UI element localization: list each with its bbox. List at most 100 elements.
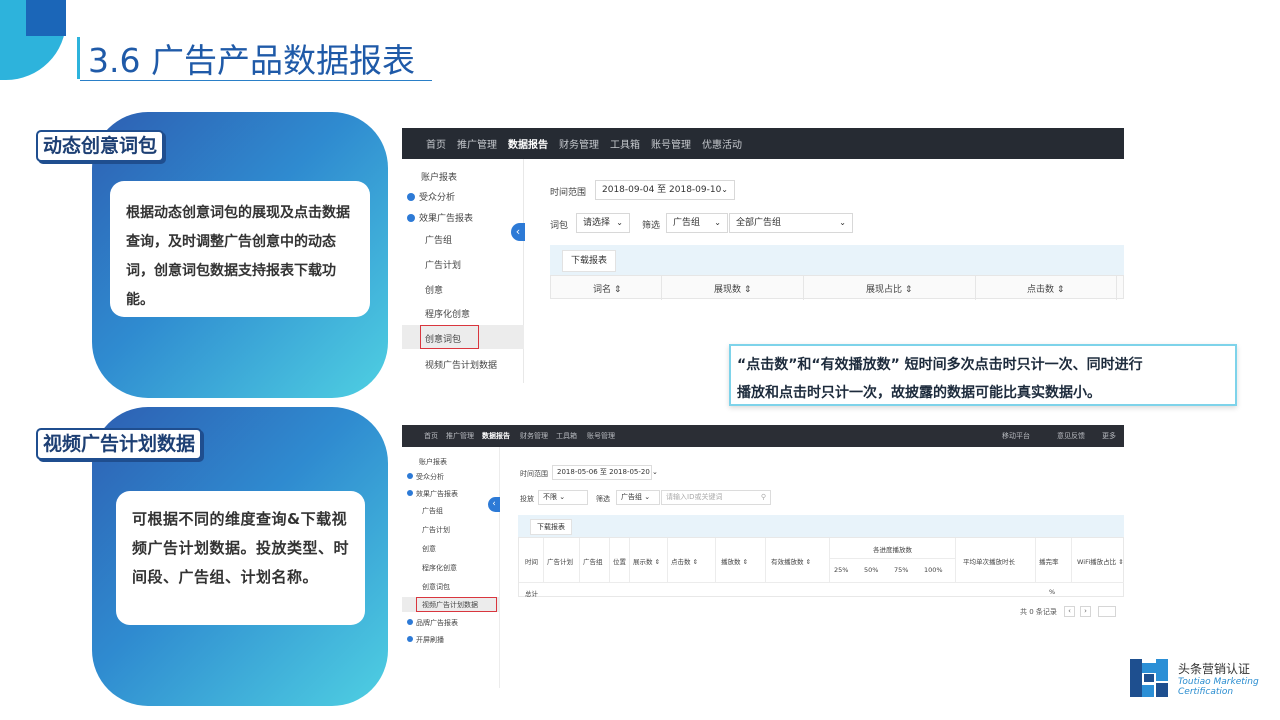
- filter-type-value: 广告组: [673, 218, 701, 228]
- column-header-time[interactable]: 时间: [525, 556, 538, 566]
- pack-select-value: 请选择: [583, 218, 611, 228]
- brand-name-en-line1: Toutiao Marketing: [1178, 677, 1259, 687]
- column-header-wifi-share[interactable]: WiFi播放占比 ⇕: [1077, 556, 1124, 566]
- nav-item-account[interactable]: 账号管理: [651, 136, 691, 151]
- sidebar-item-label: 效果广告报表: [416, 490, 458, 498]
- sidebar-item-label: 品牌广告报表: [416, 619, 458, 627]
- time-range-label: 时间范围: [550, 188, 587, 198]
- sidebar-item-brand-report[interactable]: 品牌广告报表: [407, 618, 458, 628]
- nav-item-data-report[interactable]: 数据报告: [508, 136, 548, 151]
- total-row-percent: %: [1049, 588, 1056, 596]
- sidebar-item-ad-group[interactable]: 广告组: [425, 233, 452, 246]
- sidebar-item-label: 受众分析: [419, 193, 456, 203]
- filter-label: 筛选: [642, 221, 661, 231]
- table-toolbar: [550, 245, 1124, 275]
- column-header-effective-plays[interactable]: 有效播放数 ⇕: [771, 556, 811, 566]
- screenshot-video-plan-report: 首页 推广管理 数据报告 财务管理 工具箱 账号管理 移动平台 意见反馈 更多 …: [402, 425, 1124, 688]
- nav-item-account[interactable]: 账号管理: [587, 431, 615, 441]
- column-header-clicks[interactable]: 点击数 ⇕: [1027, 282, 1064, 295]
- sidebar-item-programmatic-creative[interactable]: 程序化创意: [422, 563, 457, 573]
- sidebar-item-audience[interactable]: 受众分析: [407, 472, 444, 482]
- nav-item-home[interactable]: 首页: [424, 431, 438, 441]
- nav-item-mobile-platform[interactable]: 移动平台: [1002, 431, 1030, 441]
- sidebar-item-creative-pack[interactable]: 创意词包: [422, 582, 450, 592]
- table-header: 词名 ⇕ 展现数 ⇕ 展现占比 ⇕ 点击数 ⇕: [550, 275, 1124, 300]
- callout-line-2: 播放和点击时只计一次，故披露的数据可能比真实数据小。: [737, 385, 1101, 401]
- nav-item-promotion[interactable]: 推广管理: [457, 136, 497, 151]
- sidebar-item-ad-plan[interactable]: 广告计划: [422, 525, 450, 535]
- corner-decoration: [0, 0, 66, 80]
- column-header-ad-plan[interactable]: 广告计划: [547, 556, 573, 566]
- filter-type-select[interactable]: 广告组 ⌄: [666, 213, 728, 233]
- nav-item-data-report[interactable]: 数据报告: [482, 431, 510, 441]
- time-range-picker[interactable]: 2018-09-04 至 2018-09-10 ⌄: [595, 180, 735, 200]
- sidebar-item-splash[interactable]: 开屏刷播: [407, 635, 444, 645]
- column-header-ad-group[interactable]: 广告组: [583, 556, 603, 566]
- next-page-icon[interactable]: ›: [1080, 606, 1091, 617]
- sidebar-item-creative-pack[interactable]: 创意词包: [425, 332, 461, 345]
- sidebar-item-video-plan-data[interactable]: 视频广告计划数据: [425, 358, 497, 371]
- slide-title: 3.6 广告产品数据报表: [88, 41, 415, 80]
- sidebar-item-creative[interactable]: 创意: [425, 283, 443, 296]
- sidebar-item-ad-plan[interactable]: 广告计划: [425, 258, 461, 271]
- download-report-button[interactable]: 下载报表: [562, 250, 617, 272]
- column-header-avg-play-duration[interactable]: 平均单次播放时长: [963, 556, 1015, 566]
- sidebar-item-effect-report[interactable]: 效果广告报表: [407, 211, 473, 224]
- column-header-progress-100[interactable]: 100%: [924, 566, 943, 574]
- chevron-down-icon: ⌄: [559, 493, 566, 501]
- column-header-progress-plays: 各进度播放数: [873, 546, 912, 554]
- expand-icon: [407, 636, 413, 642]
- prev-page-icon[interactable]: ‹: [1064, 606, 1075, 617]
- nav-item-finance[interactable]: 财务管理: [520, 431, 548, 441]
- page-jump-input[interactable]: [1098, 606, 1116, 617]
- chevron-down-icon: ⌄: [714, 218, 721, 227]
- sidebar-item-creative[interactable]: 创意: [422, 544, 436, 554]
- search-input[interactable]: 请输入ID或关键词 ⚲: [661, 490, 771, 505]
- brand-name-cn: 头条营销认证: [1178, 662, 1251, 676]
- nav-item-toolbox[interactable]: 工具箱: [610, 136, 640, 151]
- nav-item-toolbox[interactable]: 工具箱: [556, 431, 577, 441]
- column-header-clicks[interactable]: 点击数 ⇕: [671, 556, 698, 566]
- brand-name-en-line2: Certification: [1178, 687, 1234, 697]
- column-header-progress-25[interactable]: 25%: [834, 566, 848, 574]
- column-header-position[interactable]: 位置: [613, 556, 626, 566]
- column-header-completion-rate[interactable]: 播完率: [1039, 556, 1059, 566]
- chevron-down-icon: ⌄: [644, 493, 651, 501]
- sidebar-item-audience[interactable]: 受众分析: [407, 190, 455, 203]
- pack-select[interactable]: 请选择 ⌄: [576, 213, 630, 233]
- sidebar-collapse-icon[interactable]: ‹: [488, 497, 500, 512]
- search-placeholder: 请输入ID或关键词: [666, 493, 723, 501]
- nav-item-feedback[interactable]: 意见反馈: [1057, 431, 1085, 441]
- nav-item-promotion[interactable]: 推广管理: [446, 431, 474, 441]
- column-header-impression-share[interactable]: 展现占比 ⇕: [866, 282, 912, 295]
- section-note-video-plan-data: 可根据不同的维度查询&下载视频广告计划数据。投放类型、时间段、广告组、计划名称。: [116, 491, 365, 625]
- sidebar-item-ad-group[interactable]: 广告组: [422, 506, 443, 516]
- top-nav-bar: 首页 推广管理 数据报告 财务管理 工具箱 账号管理 移动平台 意见反馈 更多: [402, 425, 1124, 447]
- sidebar-item-label: 开屏刷播: [416, 636, 444, 644]
- download-report-button[interactable]: 下载报表: [530, 519, 572, 535]
- column-header-progress-75[interactable]: 75%: [894, 566, 908, 574]
- sidebar-item-programmatic-creative[interactable]: 程序化创意: [425, 307, 470, 320]
- nav-item-promotions[interactable]: 优惠活动: [702, 136, 742, 151]
- time-range-picker[interactable]: 2018-05-06 至 2018-05-20 ⌄: [552, 465, 658, 480]
- column-header-word-name[interactable]: 词名 ⇕: [593, 282, 621, 295]
- filter-type-select[interactable]: 广告组 ⌄: [616, 490, 660, 505]
- section-note-dynamic-creative-pack: 根据动态创意词包的展现及点击数据查询，及时调整广告创意中的动态词，创意词包数据支…: [110, 181, 370, 317]
- sidebar-item-effect-report[interactable]: 效果广告报表: [407, 489, 458, 499]
- nav-item-home[interactable]: 首页: [426, 136, 446, 151]
- column-header-impressions[interactable]: 展示数 ⇕: [633, 556, 660, 566]
- section-tag-video-plan-data: 视频广告计划数据: [36, 428, 203, 460]
- sidebar-item-account-report[interactable]: 账户报表: [421, 170, 457, 183]
- sidebar-item-account-report[interactable]: 账户报表: [419, 457, 447, 467]
- ad-group-select[interactable]: 全部广告组 ⌄: [729, 213, 853, 233]
- nav-item-more[interactable]: 更多: [1102, 431, 1116, 441]
- column-header-plays[interactable]: 播放数 ⇕: [721, 556, 748, 566]
- nav-item-finance[interactable]: 财务管理: [559, 136, 599, 151]
- sidebar-collapse-icon[interactable]: ‹: [511, 223, 525, 241]
- placement-select[interactable]: 不限 ⌄: [538, 490, 588, 505]
- column-header-impressions[interactable]: 展现数 ⇕: [714, 282, 751, 295]
- column-header-progress-50[interactable]: 50%: [864, 566, 878, 574]
- time-range-value: 2018-09-04 至 2018-09-10: [602, 185, 722, 195]
- filter-label: 筛选: [596, 495, 610, 503]
- sidebar-item-video-plan-data[interactable]: 视频广告计划数据: [422, 600, 478, 610]
